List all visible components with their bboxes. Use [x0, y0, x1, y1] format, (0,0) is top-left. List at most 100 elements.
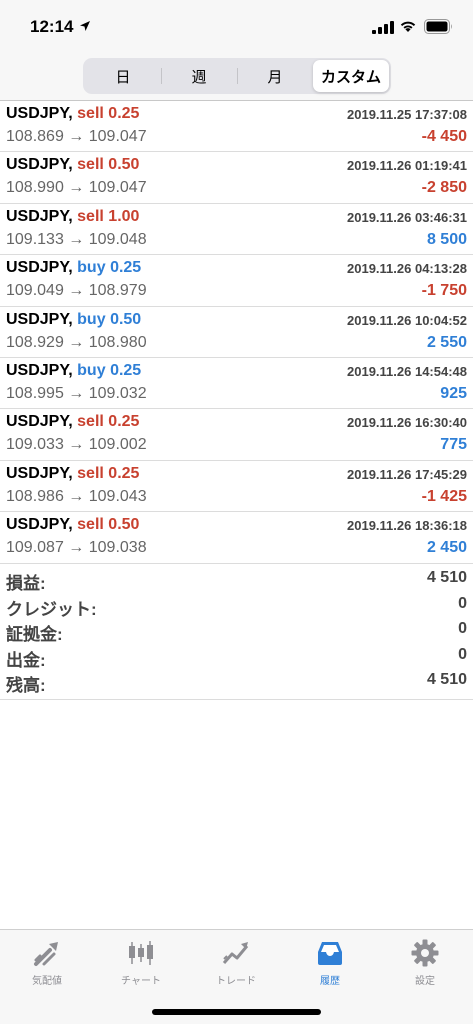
trade-close-price: 109.048 — [88, 230, 147, 248]
summary-value: 0 — [458, 645, 467, 663]
tab-quotes[interactable]: 気配値 — [0, 934, 94, 994]
trade-lots: 0.25 — [110, 259, 142, 277]
trade-open-price: 109.033 — [6, 436, 64, 454]
trade-close-price: 109.047 — [88, 179, 147, 197]
trade-row[interactable]: USDJPY, sell 1.00 2019.11.26 03:46:31 109.… — [0, 204, 473, 256]
tab-chart[interactable]: チャート — [94, 934, 188, 994]
trade-prices: 108.929 → 108.980 — [6, 334, 147, 352]
tab-trade-label: トレード — [216, 976, 256, 987]
arrow-right-icon: → — [68, 179, 85, 197]
segment-0[interactable]: 日 — [85, 60, 161, 92]
summary-label: 証拠金: — [6, 625, 63, 645]
trade-close-price: 109.043 — [88, 487, 147, 505]
status-time: 12:14 — [30, 17, 74, 36]
trade-datetime: 2019.11.25 17:37:08 — [347, 107, 467, 122]
location-arrow-icon — [80, 21, 90, 31]
summary-row: 損益: 4 510 — [0, 566, 473, 593]
trade-open-price: 109.087 — [6, 539, 64, 557]
trade-symbol: USDJPY, — [6, 413, 73, 431]
segment-3[interactable]: カスタム — [313, 60, 389, 92]
summary-row: 残高: 4 510 — [0, 668, 473, 696]
summary-label: 損益: — [6, 574, 46, 593]
trade-symbol: USDJPY, — [6, 105, 73, 122]
trade-row[interactable]: USDJPY, sell 0.50 2019.11.26 18:36:18 109.… — [0, 512, 473, 564]
trade-open-price: 108.869 — [6, 128, 64, 145]
arrow-right-icon: → — [68, 282, 85, 300]
trade-prices: 109.033 → 109.002 — [6, 436, 147, 454]
trade-symbol: USDJPY, — [6, 156, 73, 174]
arrow-right-icon: → — [68, 487, 85, 505]
trade-lots: 0.25 — [108, 464, 140, 482]
trade-prices: 108.995 → 109.032 — [6, 385, 147, 403]
trade-datetime: 2019.11.26 10:04:52 — [347, 312, 467, 328]
trade-open-price: 109.049 — [6, 282, 64, 300]
trade-prices: 109.087 → 109.038 — [6, 539, 147, 557]
account-summary: 損益: 4 510 クレジット: 0 証拠金: 0 出金: 0 残高: 4 510 — [0, 566, 473, 700]
trade-lots: 0.50 — [110, 310, 142, 328]
tab-settings[interactable]: 設定 — [378, 934, 472, 994]
trade-profit: -4 450 — [421, 128, 467, 145]
trade-open-price: 108.986 — [6, 487, 64, 505]
trade-prices: 108.986 → 109.043 — [6, 488, 147, 506]
trade-icon — [222, 942, 249, 964]
trade-symbol: USDJPY, — [6, 259, 73, 277]
segment-1[interactable]: 週 — [161, 60, 237, 92]
arrow-right-icon: → — [68, 436, 85, 454]
home-indicator[interactable] — [152, 1009, 321, 1015]
history-icon — [318, 942, 342, 965]
trade-row[interactable]: USDJPY, buy 0.50 2019.11.26 10:04:52 108.9… — [0, 307, 473, 358]
trade-open-price: 108.995 — [6, 384, 64, 402]
trade-row[interactable]: USDJPY, sell 0.25 2019.11.25 17:37:08 108.… — [0, 101, 473, 153]
arrow-right-icon: → — [68, 333, 85, 351]
trade-symbol: USDJPY, — [6, 310, 73, 328]
summary-label: 出金: — [6, 650, 46, 670]
trade-lots: 0.25 — [108, 105, 140, 122]
battery-icon — [424, 19, 452, 34]
trade-prices: 109.133 → 109.048 — [6, 231, 147, 249]
trade-lots: 1.00 — [108, 207, 140, 225]
trade-side: buy — [77, 361, 106, 379]
trade-side: sell — [77, 516, 104, 534]
trade-row[interactable]: USDJPY, sell 0.25 2019.11.26 16:30:40 109.… — [0, 409, 473, 461]
summary-value: 4 510 — [426, 569, 467, 586]
trade-side: sell — [77, 464, 104, 482]
trade-history-list: USDJPY, sell 0.25 2019.11.25 17:37:08 108.… — [0, 101, 473, 564]
trade-title: USDJPY, sell 0.25 — [6, 413, 139, 431]
trade-side: buy — [77, 259, 106, 277]
trade-title: USDJPY, sell 0.50 — [6, 156, 139, 174]
trade-row[interactable]: USDJPY, buy 0.25 2019.11.26 14:54:48 108.9… — [0, 358, 473, 410]
trade-lots: 0.50 — [108, 156, 140, 174]
wifi-icon — [400, 21, 416, 32]
summary-row: 証拠金: 0 — [0, 617, 473, 645]
summary-label: 残高: — [6, 676, 46, 696]
period-selector-bar: 日週月カスタム — [0, 52, 473, 101]
trade-symbol: USDJPY, — [6, 361, 73, 379]
trade-lots: 0.50 — [108, 516, 140, 534]
trade-profit: 8 500 — [426, 230, 467, 248]
trade-row[interactable]: USDJPY, sell 0.50 2019.11.26 01:19:41 108.… — [0, 152, 473, 204]
trade-side: sell — [77, 207, 104, 225]
trade-title: USDJPY, sell 0.25 — [6, 465, 139, 483]
trade-side: sell — [77, 156, 104, 174]
trade-close-price: 109.038 — [88, 539, 147, 557]
trade-open-price: 108.929 — [6, 333, 64, 351]
tab-trade[interactable]: トレード — [189, 934, 283, 994]
trade-title: USDJPY, sell 1.00 — [6, 208, 139, 226]
trade-close-price: 109.047 — [88, 128, 147, 145]
trade-row[interactable]: USDJPY, buy 0.25 2019.11.26 04:13:28 109.0… — [0, 255, 473, 307]
trade-datetime: 2019.11.26 04:13:28 — [347, 261, 467, 277]
trade-close-price: 109.002 — [88, 436, 147, 454]
arrow-right-icon: → — [68, 384, 85, 402]
summary-value: 0 — [458, 620, 467, 638]
trade-row[interactable]: USDJPY, sell 0.25 2019.11.26 17:45:29 108.… — [0, 461, 473, 513]
trade-open-price: 109.133 — [6, 230, 64, 248]
trade-close-price: 108.979 — [88, 282, 147, 300]
segment-2[interactable]: 月 — [237, 60, 313, 92]
trade-title: USDJPY, sell 0.50 — [6, 516, 139, 534]
arrow-right-icon: → — [68, 539, 85, 557]
tab-quotes-label: 気配値 — [32, 976, 62, 987]
tab-history[interactable]: 履歴 — [283, 934, 377, 994]
trade-profit: -2 850 — [421, 179, 467, 197]
trade-side: sell — [77, 105, 104, 122]
trade-datetime: 2019.11.26 14:54:48 — [347, 363, 467, 379]
